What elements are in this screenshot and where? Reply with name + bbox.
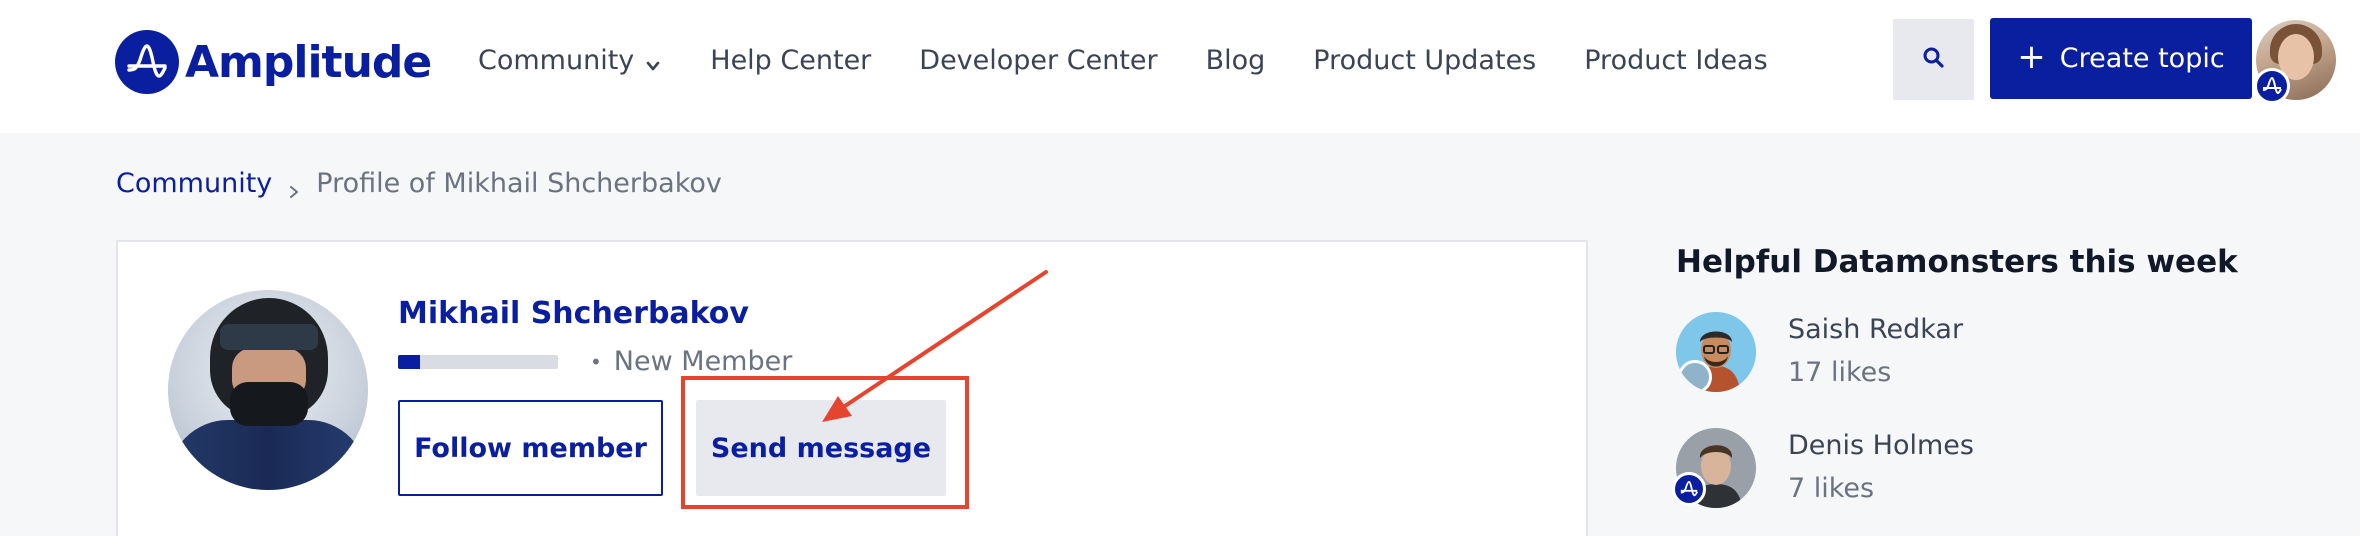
bullet-separator: • <box>590 349 602 374</box>
rank-progress-bar <box>398 354 558 369</box>
nav-community[interactable]: Community <box>478 45 662 76</box>
amplitude-logo-icon <box>115 30 179 94</box>
amplitude-badge-icon <box>1672 472 1706 506</box>
breadcrumb-current: Profile of Mikhail Shcherbakov <box>316 168 722 199</box>
helpful-members-title: Helpful Datamonsters this week <box>1676 244 2238 280</box>
nav-product-updates[interactable]: Product Updates <box>1313 45 1536 76</box>
profile-avatar <box>168 290 368 490</box>
nav-community-label: Community <box>478 44 635 76</box>
nav-blog[interactable]: Blog <box>1206 45 1266 76</box>
amplitude-badge-icon <box>2254 68 2290 104</box>
helper-likes: 7 likes <box>1788 473 1875 504</box>
nav-help-center[interactable]: Help Center <box>710 45 871 76</box>
breadcrumb: Community Profile of Mikhail Shcherbakov <box>116 168 722 199</box>
rank-progress-fill <box>398 354 421 369</box>
search-button[interactable] <box>1893 19 1974 100</box>
follow-member-button[interactable]: Follow member <box>398 400 663 496</box>
top-header: Amplitude Community Help Center Develope… <box>0 0 2360 133</box>
rank-row: • New Member <box>398 346 792 377</box>
search-icon <box>1921 45 1947 75</box>
main-nav: Community Help Center Developer Center B… <box>478 40 1816 80</box>
brand-name: Amplitude <box>185 36 432 88</box>
badge-icon <box>1678 360 1712 392</box>
helper-avatar <box>1676 312 1756 392</box>
member-name[interactable]: Mikhail Shcherbakov <box>398 296 749 331</box>
chevron-right-icon <box>286 176 302 198</box>
helper-name: Saish Redkar <box>1788 314 1964 345</box>
create-topic-button[interactable]: + Create topic <box>1990 18 2252 99</box>
nav-product-ideas[interactable]: Product Ideas <box>1584 45 1767 76</box>
profile-card: Mikhail Shcherbakov • New Member Follow … <box>116 240 1588 536</box>
amplitude-logo[interactable]: Amplitude <box>115 30 432 94</box>
annotation-highlight-box <box>681 376 969 509</box>
helper-name: Denis Holmes <box>1788 430 1974 461</box>
create-topic-label: Create topic <box>2059 43 2225 74</box>
helper-item[interactable]: Denis Holmes 7 likes <box>1672 428 1974 508</box>
rank-label: New Member <box>613 346 793 377</box>
chevron-down-icon <box>644 51 662 71</box>
nav-developer-center[interactable]: Developer Center <box>919 45 1157 76</box>
breadcrumb-community-link[interactable]: Community <box>116 168 272 199</box>
helper-likes: 17 likes <box>1788 357 1892 388</box>
plus-icon: + <box>2017 36 2046 77</box>
helper-item[interactable]: Saish Redkar 17 likes <box>1676 312 1963 392</box>
